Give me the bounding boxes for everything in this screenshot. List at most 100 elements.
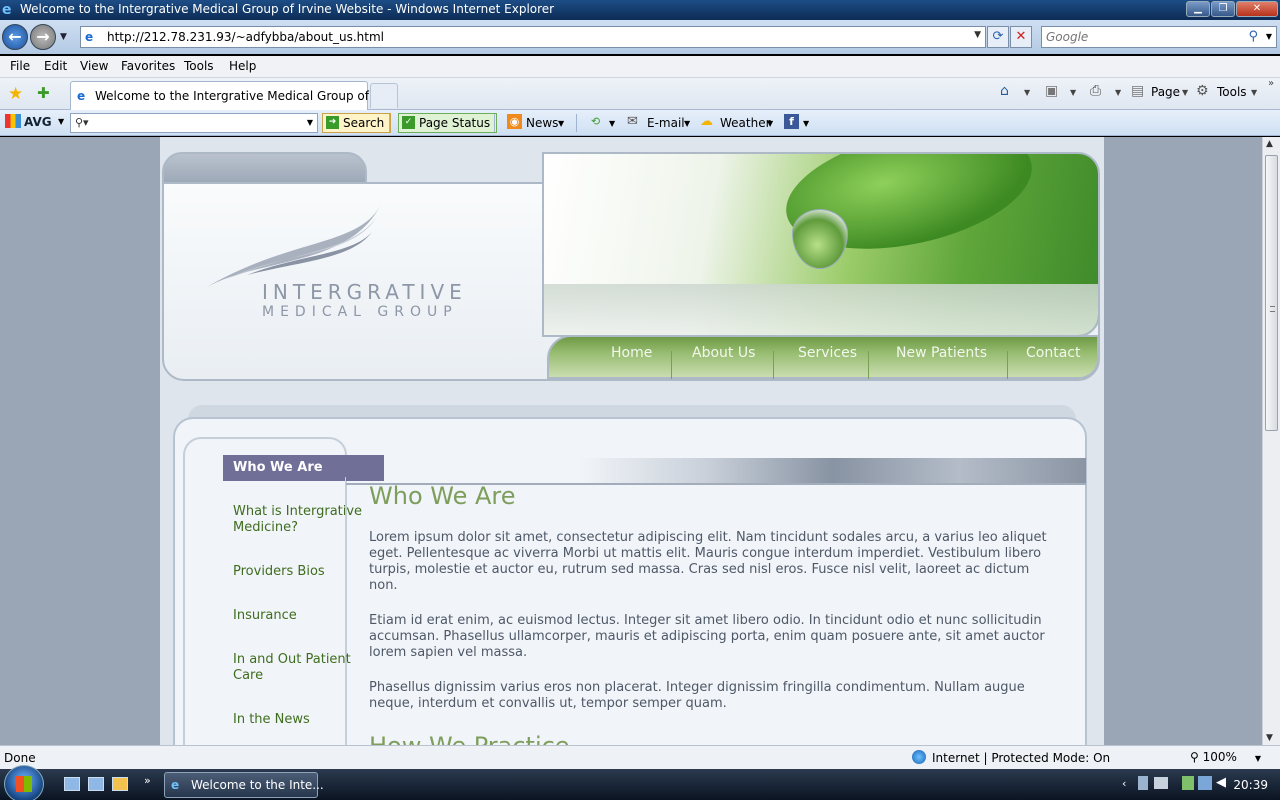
- page-viewport: INTERGRATIVE MEDICAL GROUP Home About Us…: [0, 137, 1262, 745]
- menu-favorites[interactable]: Favorites: [121, 59, 175, 73]
- add-favorites-icon[interactable]: ✚: [37, 84, 50, 102]
- tray-av-icon[interactable]: [1182, 776, 1194, 790]
- scroll-grip-icon: [1270, 306, 1275, 312]
- menu-tools[interactable]: Tools: [184, 59, 214, 73]
- news-button[interactable]: News: [526, 116, 558, 130]
- recent-pages-dropdown-icon[interactable]: ▼: [60, 32, 67, 42]
- quicklaunch-app-icon[interactable]: [112, 777, 128, 791]
- sidebar-item-intergrative-medicine[interactable]: What is Intergrative Medicine?: [233, 504, 373, 536]
- nav-contact[interactable]: Contact: [1026, 345, 1080, 361]
- web-search-input[interactable]: [1046, 29, 1246, 45]
- menu-file[interactable]: File: [10, 59, 30, 73]
- vertical-scrollbar[interactable]: ▲ ▼: [1262, 137, 1280, 745]
- system-tray: ‹ ◀ 20:39: [1120, 769, 1280, 800]
- site-logo[interactable]: INTERGRATIVE MEDICAL GROUP: [262, 280, 467, 320]
- nav-services[interactable]: Services: [798, 345, 857, 361]
- nav-new-patients[interactable]: New Patients: [896, 345, 987, 361]
- refresh-button[interactable]: ⟳: [987, 26, 1009, 48]
- home-icon[interactable]: ⌂: [1000, 83, 1009, 99]
- print-dropdown-icon[interactable]: ▼: [1115, 88, 1121, 97]
- avg-dropdown-icon[interactable]: ▼: [58, 117, 64, 126]
- weather-icon: ☁: [700, 114, 713, 129]
- nav-about-us[interactable]: About Us: [692, 345, 755, 361]
- section-heading-how-we-practice: How We Practice: [369, 732, 570, 745]
- logo-swoosh-icon: [207, 202, 382, 287]
- home-dropdown-icon[interactable]: ▼: [1024, 88, 1030, 97]
- scroll-thumb[interactable]: [1265, 155, 1278, 431]
- tools-dropdown-icon[interactable]: ▼: [1251, 88, 1257, 97]
- navigation-bar: ← → ▼ e http://212.78.231.93/~adfybba/ab…: [0, 20, 1280, 54]
- volume-icon[interactable]: ◀: [1216, 775, 1226, 790]
- page-dropdown-icon[interactable]: ▼: [1182, 88, 1188, 97]
- avg-toolbar: AVG ▼ ⚲▾ ▼ ➜ Search ✓ Page Status ◉ News ▼…: [0, 110, 1280, 136]
- stop-button[interactable]: ✕: [1010, 26, 1032, 48]
- scroll-down-icon[interactable]: ▼: [1266, 733, 1273, 743]
- email-dropdown-icon[interactable]: ▼: [684, 119, 690, 128]
- show-desktop-icon[interactable]: [64, 777, 80, 791]
- avg-search-input[interactable]: ⚲▾ ▼: [70, 113, 318, 133]
- print-icon[interactable]: ⎙: [1090, 83, 1101, 99]
- tab-active[interactable]: e Welcome to the Intergrative Medical Gr…: [70, 81, 399, 110]
- refresh-feeds-icon[interactable]: ⟲: [588, 114, 603, 129]
- favorites-star-icon[interactable]: ★: [8, 84, 23, 104]
- minimize-button[interactable]: ▁: [1186, 1, 1210, 17]
- scroll-up-icon[interactable]: ▲: [1266, 139, 1273, 149]
- address-bar[interactable]: e http://212.78.231.93/~adfybba/about_us…: [80, 26, 986, 48]
- forward-button[interactable]: →: [30, 24, 56, 50]
- search-icon[interactable]: ⚲: [1248, 29, 1258, 44]
- address-url[interactable]: http://212.78.231.93/~adfybba/about_us.h…: [107, 30, 384, 44]
- feeds-icon[interactable]: ▣: [1045, 83, 1058, 99]
- network-icon[interactable]: [1198, 776, 1212, 790]
- quicklaunch-more-icon[interactable]: »: [144, 774, 151, 787]
- security-zone[interactable]: Internet | Protected Mode: On: [912, 750, 1110, 765]
- page-status-button[interactable]: ✓ Page Status: [398, 113, 498, 133]
- avg-search-dropdown-icon[interactable]: ▼: [307, 118, 313, 127]
- weather-dropdown-icon[interactable]: ▼: [767, 119, 773, 128]
- weather-button[interactable]: Weather: [720, 116, 771, 130]
- avg-search-button[interactable]: ➜ Search: [322, 113, 392, 133]
- nav-separator: [868, 351, 869, 379]
- feeds-dropdown-icon[interactable]: ▼: [609, 119, 615, 128]
- nav-home[interactable]: Home: [611, 345, 652, 361]
- menu-help[interactable]: Help: [229, 59, 256, 73]
- paragraph-3: Phasellus dignissim varius eros non plac…: [369, 680, 1025, 711]
- email-button[interactable]: E-mail: [647, 116, 685, 130]
- page-status-label: Page Status: [419, 116, 491, 130]
- close-window-button[interactable]: ✕: [1236, 1, 1278, 17]
- web-search-box[interactable]: ⚲ ▼: [1041, 26, 1277, 48]
- start-button[interactable]: [4, 765, 44, 800]
- zoom-control[interactable]: ⚲ 100% ▼: [1190, 750, 1261, 764]
- sidebar-item-patient-care[interactable]: In and Out Patient Care: [233, 652, 363, 684]
- paragraph-1: Lorem ipsum dolor sit amet, consectetur …: [369, 530, 1047, 593]
- new-tab-button[interactable]: [370, 83, 398, 108]
- news-dropdown-icon[interactable]: ▼: [558, 119, 564, 128]
- maximize-button[interactable]: ❐: [1211, 1, 1235, 17]
- menu-bar: File Edit View Favorites Tools Help: [0, 56, 1280, 78]
- tray-device-icon[interactable]: [1138, 776, 1148, 790]
- chevron-more-icon[interactable]: »: [1268, 78, 1274, 89]
- tools-menu[interactable]: Tools: [1217, 85, 1247, 99]
- main-navigation: Home About Us Services New Patients Cont…: [547, 335, 1099, 379]
- search-options-dropdown-icon[interactable]: ▼: [1266, 32, 1272, 41]
- sidebar-item-who-we-are[interactable]: Who We Are: [223, 455, 384, 481]
- taskbar-ie-window[interactable]: e Welcome to the Inte...: [164, 772, 324, 798]
- back-button[interactable]: ←: [2, 24, 28, 50]
- clock[interactable]: 20:39: [1233, 778, 1268, 792]
- address-dropdown-icon[interactable]: ▼: [974, 30, 981, 40]
- facebook-dropdown-icon[interactable]: ▼: [803, 119, 809, 128]
- zoom-level: 100%: [1202, 750, 1237, 764]
- menu-view[interactable]: View: [80, 59, 108, 73]
- sidebar-item-in-the-news[interactable]: In the News: [233, 712, 373, 728]
- avg-logo[interactable]: AVG: [5, 114, 52, 129]
- status-bar: Done Internet | Protected Mode: On ⚲ 100…: [0, 745, 1280, 769]
- menu-edit[interactable]: Edit: [44, 59, 67, 73]
- sidebar-item-providers-bios[interactable]: Providers Bios: [233, 564, 373, 580]
- tray-expand-icon[interactable]: ‹: [1122, 777, 1126, 790]
- page-menu[interactable]: Page: [1151, 85, 1180, 99]
- facebook-icon[interactable]: f: [784, 114, 799, 129]
- zoom-dropdown-icon[interactable]: ▼: [1255, 754, 1261, 763]
- tray-drive-icon[interactable]: [1154, 777, 1168, 789]
- feeds-dropdown-icon[interactable]: ▼: [1070, 88, 1076, 97]
- switch-windows-icon[interactable]: [88, 777, 104, 791]
- sidebar-item-insurance[interactable]: Insurance: [233, 608, 373, 624]
